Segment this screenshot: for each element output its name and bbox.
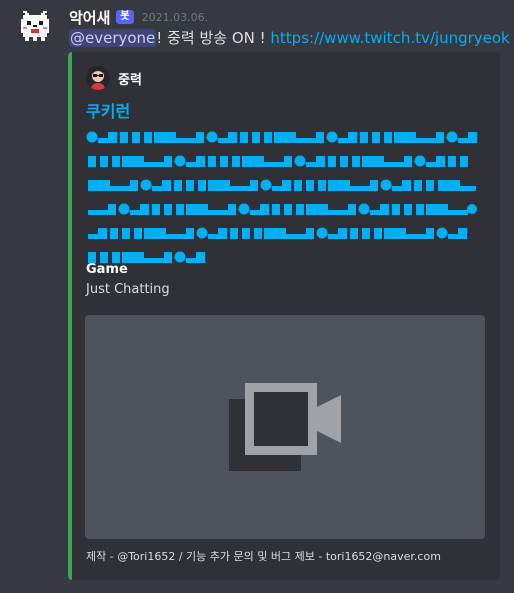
description-line [86,197,486,221]
embed-field-name: Game [86,262,128,277]
timestamp: 2021.03.06. [141,10,209,24]
stream-embed: 중력 쿠키런 Game Just Chatting 제작 - @Tori1652… [68,52,500,580]
embed-author-name[interactable]: 중력 [118,69,142,88]
message-header: 악어새 봇 2021.03.06. [69,7,208,27]
username[interactable]: 악어새 [69,7,110,28]
streamer-avatar-icon [86,66,110,90]
chat-message: 악어새 봇 2021.03.06. @everyone! 중력 방송 ON ! … [0,0,514,593]
embed-author: 중력 [86,66,142,90]
message-text: ! 중력 방송 ON ! [156,29,271,47]
everyone-mention[interactable]: @everyone [69,29,157,47]
description-line [86,149,486,173]
bot-avatar-icon[interactable] [15,9,55,49]
embed-field-value: Just Chatting [86,282,170,297]
bot-tag-badge: 봇 [116,10,134,24]
embed-title[interactable]: 쿠키런 [86,98,130,122]
embed-image-placeholder[interactable] [85,315,485,539]
video-camera-icon [229,383,341,471]
description-line [86,245,486,269]
embed-footer: 제작 - @Tori1652 / 기능 추가 문의 및 버그 제보 - tori… [86,550,441,563]
description-line [86,173,486,197]
stream-link[interactable]: https://www.twitch.tv/jungryeok [270,29,509,47]
description-line [86,125,486,149]
description-line [86,221,486,245]
embed-description [86,125,486,269]
message-content: @everyone! 중력 방송 ON ! https://www.twitch… [69,28,510,48]
